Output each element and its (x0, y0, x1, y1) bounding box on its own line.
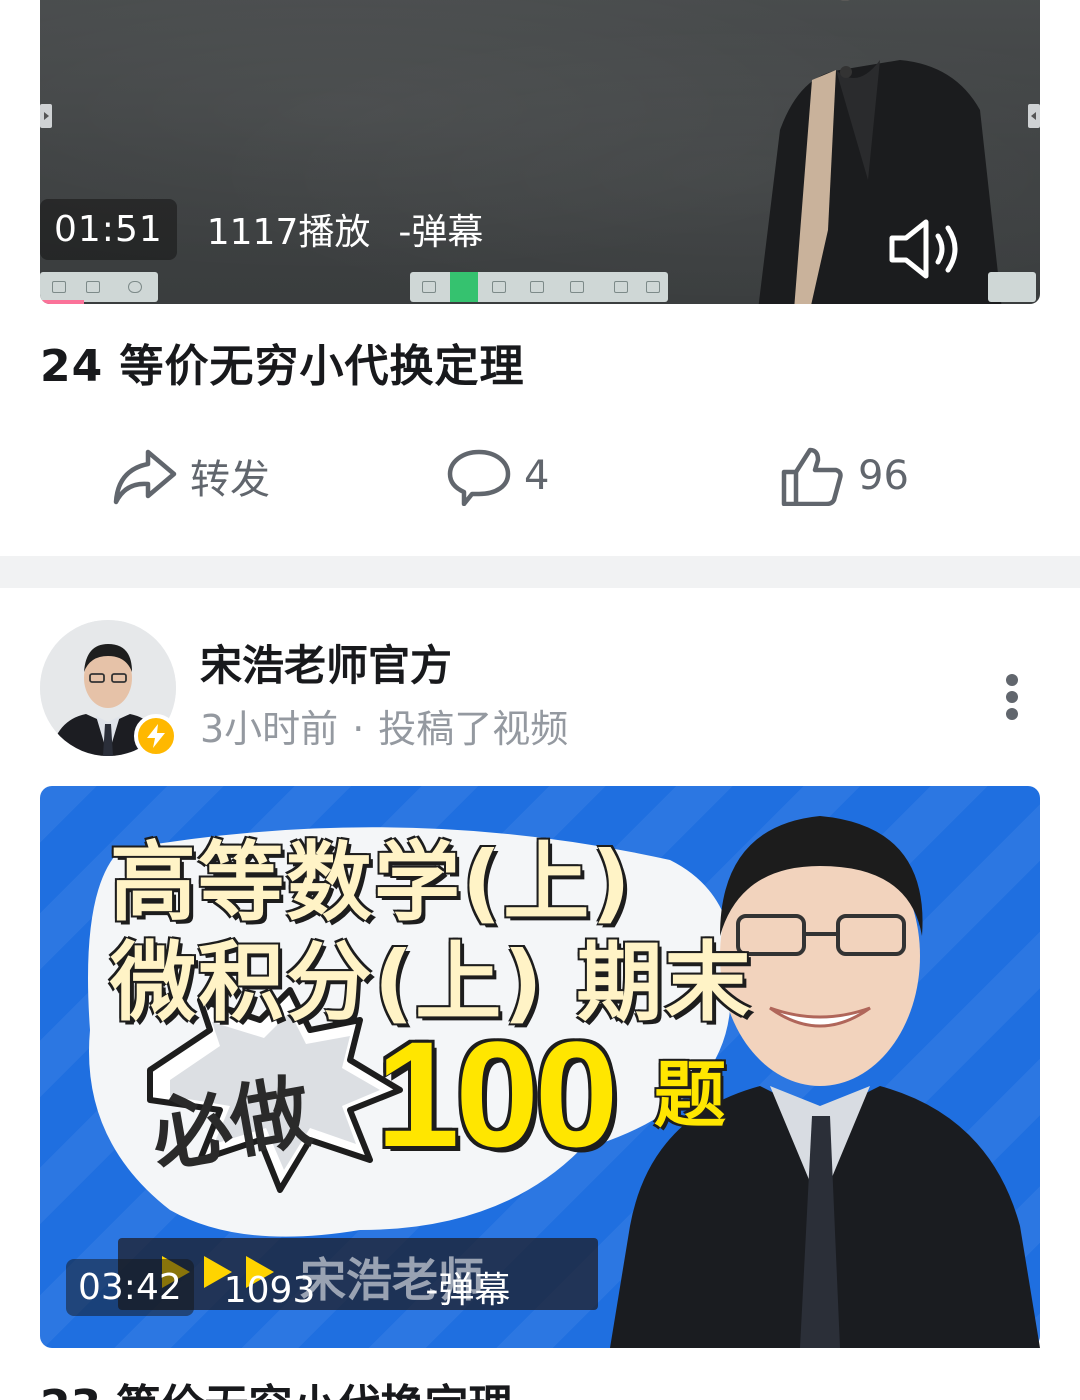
comment-count: 4 (524, 453, 550, 499)
danmaku-count: -弹幕 (398, 212, 484, 253)
video-stats: 1093 -弹幕 (224, 1261, 511, 1313)
video-stats: 1117播放 -弹幕 (207, 203, 484, 255)
more-vertical-icon[interactable] (992, 670, 1032, 724)
share-label: 转发 (190, 457, 270, 503)
post-time: 3小时前 (200, 707, 339, 751)
video-duration: 03:42 (66, 1258, 194, 1316)
share-button[interactable]: 转发 (112, 436, 270, 516)
right-panel-tab (1028, 104, 1040, 128)
meta-separator: · (352, 707, 365, 751)
left-panel-tab (40, 104, 52, 128)
video-title-1[interactable]: 24 等价无穷小代换定理 (40, 330, 525, 394)
like-count: 96 (858, 453, 909, 499)
video-progress-played (40, 300, 84, 304)
volume-icon[interactable] (886, 214, 966, 284)
share-icon (113, 449, 177, 505)
like-icon (781, 447, 843, 506)
comment-icon (447, 449, 511, 506)
uploader-meta: 3小时前 · 投稿了视频 (200, 698, 568, 753)
feed-page: 01:51 1117播放 -弹幕 24 等价无穷小代换定理 转发 4 96 宋浩… (0, 0, 1080, 1400)
video-info-overlay-1: 01:51 1117播放 -弹幕 (40, 194, 483, 264)
board-toolbar-right (988, 272, 1036, 302)
play-count: 1117播放 (206, 212, 371, 253)
comment-button[interactable]: 4 (446, 436, 549, 516)
video-info-overlay-2: 03:42 1093 -弹幕 (66, 1252, 510, 1322)
board-toolbar-left (40, 272, 158, 302)
board-tool-active (450, 272, 478, 302)
board-toolbar-center (410, 272, 668, 302)
uploader-name[interactable]: 宋浩老师官方 (200, 632, 452, 693)
video-title-2[interactable]: 23 等价无穷小代换定理 (40, 1370, 513, 1400)
feed-divider (0, 556, 1080, 588)
danmaku-count: -弹幕 (425, 1270, 511, 1311)
video-duration: 01:51 (40, 198, 177, 260)
play-count: 1093 (223, 1270, 316, 1311)
verified-badge (134, 714, 178, 758)
thumbnail-number: 100 (376, 1010, 618, 1178)
lightning-icon (147, 724, 165, 748)
like-button[interactable]: 96 (780, 436, 909, 516)
action-bar-1: 转发 4 96 (0, 436, 1080, 516)
post-action: 投稿了视频 (378, 707, 569, 751)
thumbnail-suffix: 题 (654, 1053, 727, 1137)
